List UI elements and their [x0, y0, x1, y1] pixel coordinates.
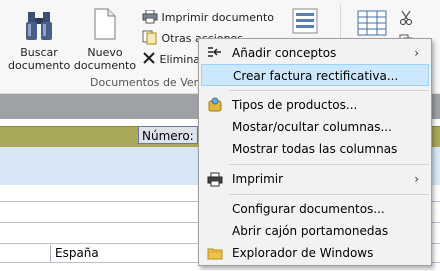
imprimir-documento-label: Imprimir documento	[161, 11, 275, 24]
submenu-arrow-icon: ›	[414, 46, 419, 60]
printer-icon	[142, 9, 158, 24]
menu-separator	[229, 90, 429, 91]
menu-separator	[229, 164, 429, 165]
documentos-de-venta-group-label: Documentos de Ven	[90, 76, 201, 89]
imprimir-documento-button[interactable]: Imprimir documento	[142, 9, 274, 27]
menu-item-anadir-conceptos[interactable]: Añadir conceptos ›	[201, 42, 429, 64]
menu-item-label: Añadir conceptos	[232, 46, 337, 60]
menu-item-label: Imprimir	[232, 172, 284, 186]
documents-icon	[142, 30, 157, 45]
pais-field[interactable]: España	[50, 245, 200, 262]
eliminar-button[interactable]: Elimina	[142, 51, 200, 69]
printer-icon	[207, 172, 223, 187]
menu-item-label: Abrir cajón portamonedas	[232, 224, 389, 238]
menu-item-label: Configurar documentos...	[232, 202, 385, 216]
menu-separator	[229, 194, 429, 195]
menu-item-label: Tipos de productos...	[232, 98, 358, 112]
menu-item-crear-factura-rectificativa[interactable]: Crear factura rectificativa...	[201, 64, 429, 86]
nuevo-documento-button[interactable]: Nuevo documento	[72, 4, 138, 74]
nuevo-documento-label: Nuevo documento	[73, 46, 137, 72]
menu-item-explorador-de-windows[interactable]: Explorador de Windows	[201, 242, 429, 264]
menu-item-label: Mostar/ocultar columnas...	[232, 120, 392, 134]
table-grid-icon[interactable]	[357, 10, 387, 36]
buscar-documento-button[interactable]: Buscar documento	[8, 4, 70, 74]
menu-item-imprimir[interactable]: Imprimir ›	[201, 168, 429, 190]
menu-item-mostrar-todas-las-columnas[interactable]: Mostrar todas las columnas	[201, 138, 429, 160]
context-menu: Añadir conceptos › Crear factura rectifi…	[198, 38, 432, 266]
menu-item-abrir-cajon-portamonedas[interactable]: Abrir cajón portamonedas	[201, 220, 429, 242]
folder-icon	[207, 248, 223, 260]
buscar-documento-label: Buscar documento	[8, 46, 71, 72]
add-concepts-icon	[208, 47, 221, 57]
product-types-icon	[208, 97, 222, 112]
list-icon[interactable]	[292, 8, 318, 34]
scissors-icon[interactable]	[399, 10, 413, 26]
new-document-icon	[94, 8, 116, 40]
eliminar-label: Elimina	[159, 53, 201, 66]
numero-label: Número:	[138, 126, 198, 144]
menu-item-tipos-de-productos[interactable]: Tipos de productos...	[201, 94, 429, 116]
menu-item-label: Explorador de Windows	[232, 246, 374, 260]
menu-item-label: Mostrar todas las columnas	[232, 142, 398, 156]
delete-x-icon	[143, 52, 155, 64]
menu-item-configurar-documentos[interactable]: Configurar documentos...	[201, 198, 429, 220]
submenu-arrow-icon: ›	[414, 172, 419, 186]
binoculars-icon	[26, 12, 52, 40]
menu-item-label: Crear factura rectificativa...	[233, 69, 399, 83]
menu-item-mostar-ocultar-columnas[interactable]: Mostar/ocultar columnas...	[201, 116, 429, 138]
